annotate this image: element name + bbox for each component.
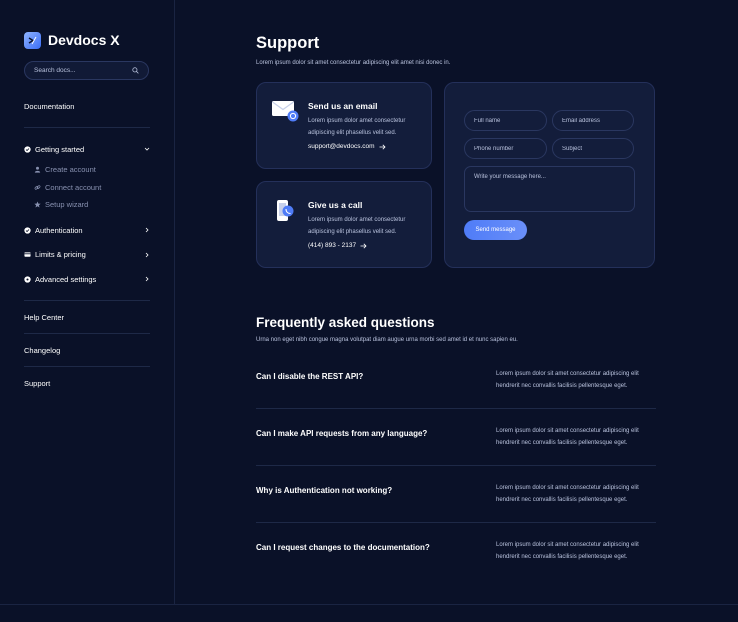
faq-item[interactable]: Can I make API requests from any languag… (256, 423, 656, 480)
email-card: Send us an email Lorem ipsum dolor amet … (256, 82, 432, 169)
sidebar-item-advanced-settings[interactable]: Advanced settings (24, 271, 150, 287)
star-icon (34, 201, 41, 208)
chevron-down-icon[interactable] (144, 146, 150, 152)
arrow-right-icon (379, 144, 386, 149)
app-name: Devdocs X (48, 32, 120, 48)
faq-subtitle: Urna non eget nibh congue magna volutpat… (256, 337, 518, 343)
send-message-button[interactable]: Send message (464, 220, 527, 240)
arrow-right-icon (360, 243, 367, 248)
sidebar-subitem-label: Connect account (45, 182, 102, 192)
sidebar-subitems: Create account Connect account Setup wiz… (24, 161, 150, 214)
sidebar-subitem-connect-account[interactable]: Connect account (34, 179, 150, 197)
sidebar: Devdocs X Documentation Getting started … (0, 0, 175, 604)
faq-divider (256, 408, 656, 409)
full-name-field[interactable] (464, 110, 547, 131)
sidebar-item-authentication[interactable]: Authentication (24, 222, 150, 238)
sidebar-subitem-create-account[interactable]: Create account (34, 161, 150, 179)
logo[interactable]: Devdocs X (24, 30, 150, 50)
sidebar-item-label: Limits & pricing (35, 250, 86, 259)
check-circle-icon (24, 226, 31, 234)
faq-item[interactable]: Why is Authentication not working? Lorem… (256, 480, 656, 537)
footer-divider (0, 604, 738, 605)
sidebar-link-support[interactable]: Support (24, 367, 150, 399)
email-card-title: Send us an email (308, 101, 378, 111)
sidebar-subitem-label: Setup wizard (45, 200, 89, 210)
chevron-right-icon[interactable] (144, 227, 150, 233)
gear-icon (24, 275, 31, 283)
faq-divider (256, 465, 656, 466)
search-icon[interactable] (132, 67, 139, 74)
email-field[interactable] (552, 110, 634, 131)
page-subtitle: Lorem ipsum dolor sit amet consectetur a… (256, 60, 451, 66)
faq-question: Can I request changes to the documentati… (256, 543, 430, 552)
phone-icon (277, 200, 294, 221)
faq-item[interactable]: Can I disable the REST API? Lorem ipsum … (256, 366, 656, 423)
sidebar-item-label: Getting started (35, 144, 85, 154)
sidebar-subitem-setup-wizard[interactable]: Setup wizard (34, 196, 150, 214)
sidebar-divider (24, 127, 150, 128)
phone-field[interactable] (464, 138, 547, 159)
logo-icon (24, 31, 41, 49)
faq-item[interactable]: Can I request changes to the documentati… (256, 537, 656, 594)
faq-title: Frequently asked questions (256, 315, 435, 330)
card-icon (24, 252, 31, 257)
email-link-label: support@devdocs.com (308, 143, 375, 150)
call-card-text: Lorem ipsum dolor amet consectetur adipi… (308, 217, 406, 235)
call-card: Give us a call Lorem ipsum dolor amet co… (256, 181, 432, 268)
page-title: Support (256, 34, 320, 52)
sidebar-link-changelog[interactable]: Changelog (24, 334, 150, 366)
email-card-text: Lorem ipsum dolor amet consectetur adipi… (308, 118, 406, 136)
message-field[interactable] (464, 166, 635, 212)
chevron-right-icon[interactable] (144, 276, 150, 282)
faq-question: Why is Authentication not working? (256, 486, 393, 495)
sidebar-item-limits-pricing[interactable]: Limits & pricing (24, 247, 150, 263)
link-icon (34, 185, 41, 190)
envelope-icon (272, 101, 299, 122)
faq-answer: Lorem ipsum dolor sit amet consectetur a… (496, 542, 639, 560)
faq-answer: Lorem ipsum dolor sit amet consectetur a… (496, 485, 639, 503)
sidebar-item-label: Authentication (35, 225, 83, 235)
sidebar-link-help-center[interactable]: Help Center (24, 301, 150, 333)
search-input[interactable] (34, 67, 124, 74)
contact-form: Send message (444, 82, 655, 268)
faq-question: Can I make API requests from any languag… (256, 429, 428, 438)
call-card-title: Give us a call (308, 200, 363, 210)
user-icon (34, 166, 41, 173)
faq-question: Can I disable the REST API? (256, 372, 364, 381)
sidebar-subitem-label: Create account (45, 165, 96, 175)
sidebar-item-documentation[interactable]: Documentation (24, 102, 150, 118)
check-circle-icon (24, 145, 31, 153)
subject-field[interactable] (552, 138, 634, 159)
chevron-right-icon[interactable] (144, 252, 150, 258)
sidebar-group-getting-started: Getting started Create account Connect a… (24, 141, 150, 287)
faq-answer: Lorem ipsum dolor sit amet consectetur a… (496, 371, 639, 389)
faq-divider (256, 522, 656, 523)
phone-link-label: (414) 893 - 2137 (308, 242, 357, 249)
sidebar-item-label: Advanced settings (35, 274, 97, 284)
phone-link[interactable]: (414) 893 - 2137 (308, 242, 367, 249)
faq-answer: Lorem ipsum dolor sit amet consectetur a… (496, 428, 639, 446)
email-link[interactable]: support@devdocs.com (308, 143, 386, 150)
sidebar-item-getting-started[interactable]: Getting started (24, 141, 150, 157)
search-box[interactable] (24, 61, 149, 80)
